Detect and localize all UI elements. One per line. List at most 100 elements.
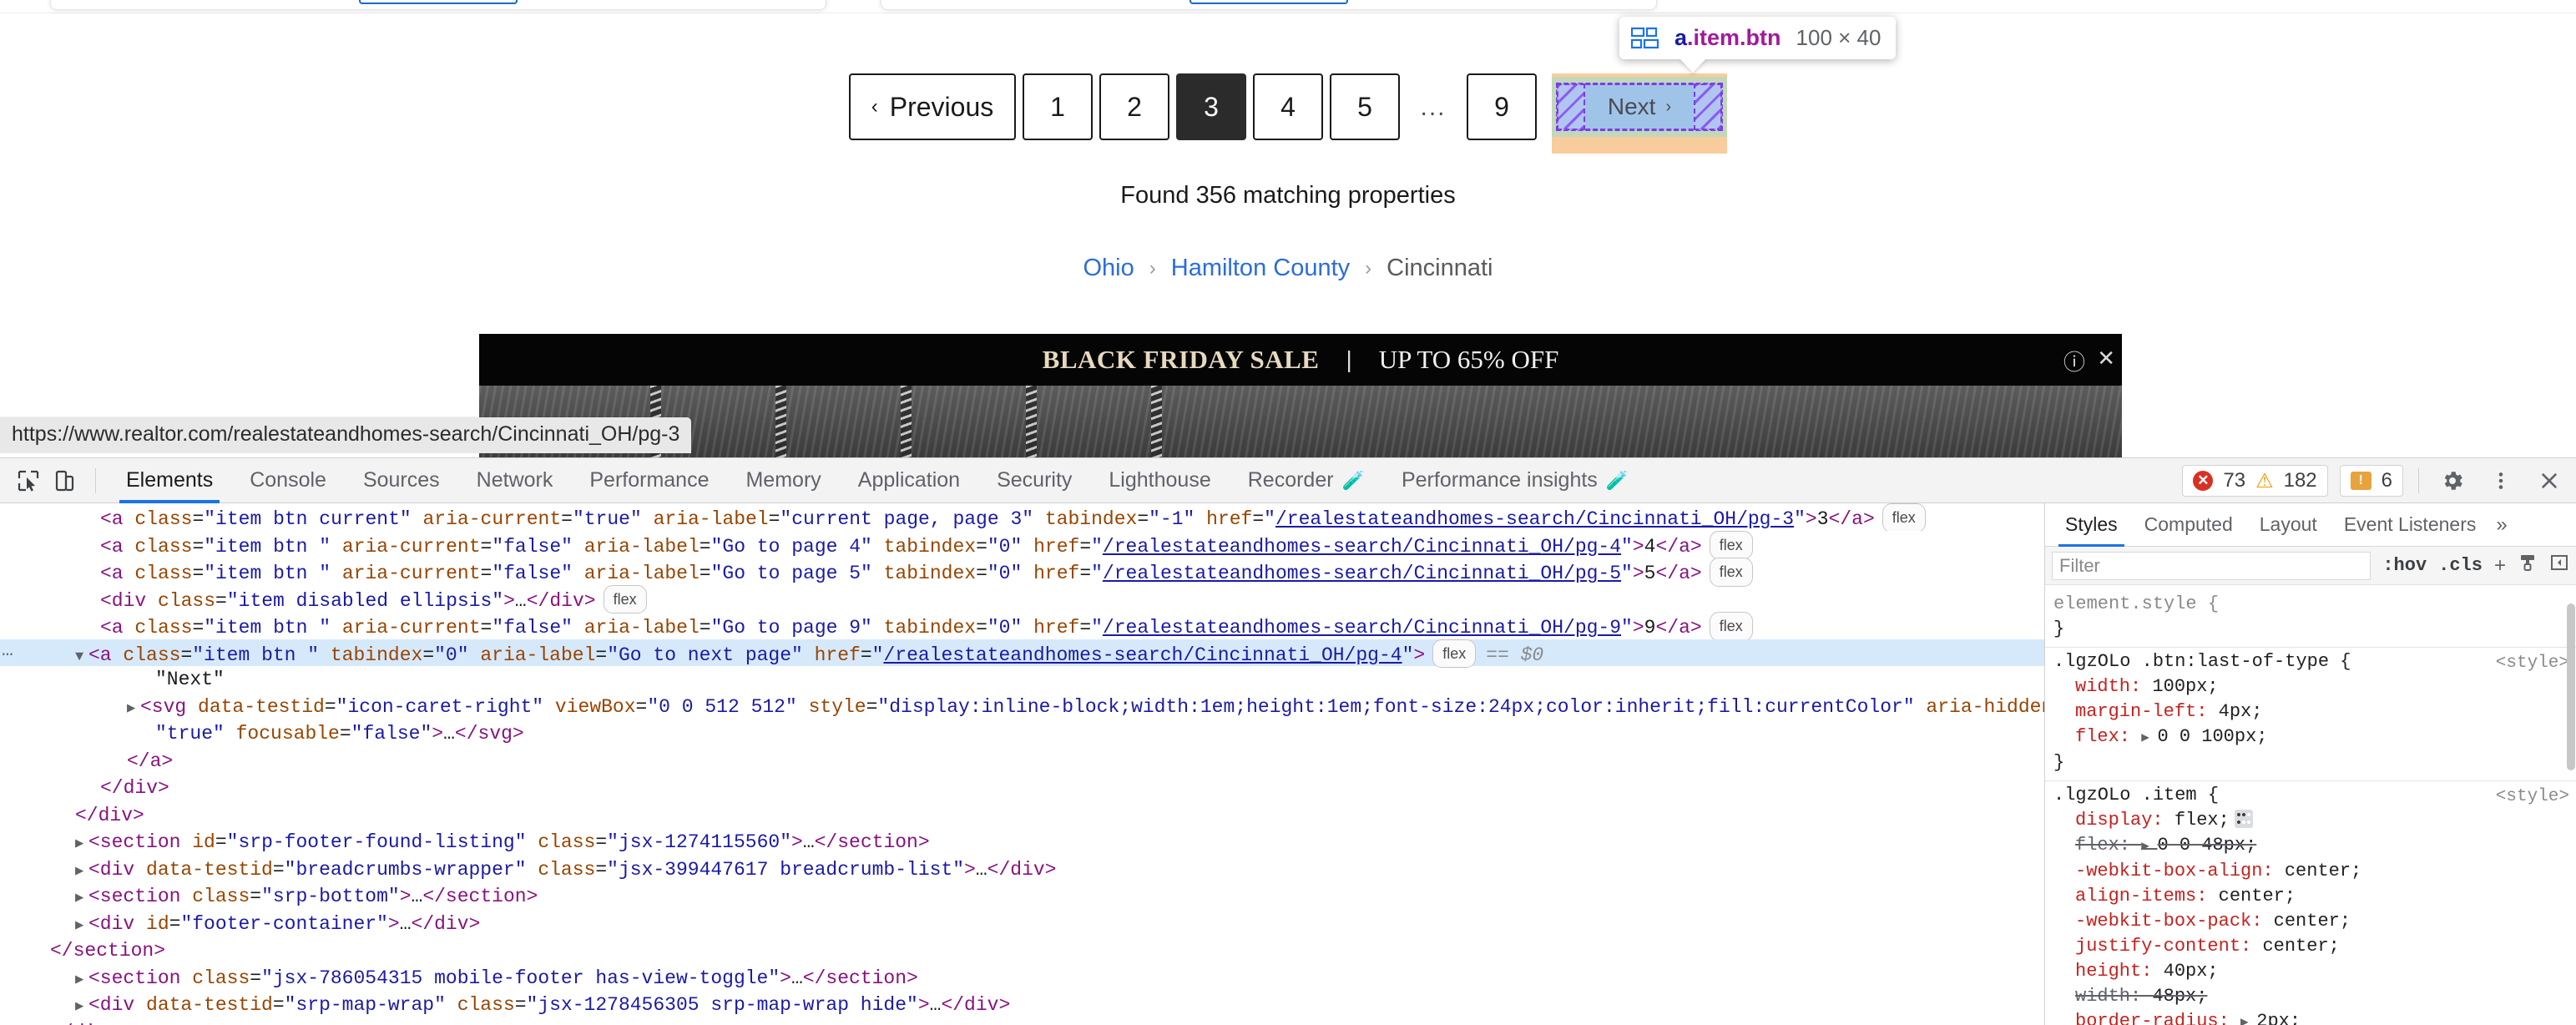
inspect-cursor-icon[interactable] (10, 462, 47, 499)
css-selector[interactable]: .lgzOLo .btn:last-of-type { (2053, 649, 2568, 674)
css-value[interactable]: center; (2274, 911, 2351, 932)
dom-node[interactable]: ▶<section id="srp-footer-found-listing" … (0, 829, 2044, 856)
listing-card-remnant-left[interactable] (50, 0, 826, 10)
css-value[interactable]: center; (2285, 861, 2361, 881)
listing-card-cta-left[interactable] (359, 0, 518, 4)
flex-badge[interactable]: flex (1710, 531, 1753, 560)
dom-expand-triangle[interactable]: ▶ (75, 967, 88, 995)
kebab-menu-icon[interactable] (2483, 462, 2519, 499)
dom-node[interactable]: <a class="item btn " aria-current="false… (0, 612, 2044, 639)
add-style-rule-icon[interactable]: + (2494, 554, 2506, 578)
dom-tree[interactable]: <a class="item btn current" aria-current… (0, 503, 2044, 1025)
tab-elements[interactable]: Elements (108, 458, 231, 503)
styles-tabs-overflow-icon[interactable]: » (2489, 513, 2507, 537)
css-value[interactable]: 40px; (2164, 961, 2219, 982)
gear-icon[interactable] (2434, 462, 2471, 499)
tab-event-listeners[interactable]: Event Listeners (2331, 503, 2490, 547)
css-declaration[interactable]: width: 100px; (2053, 674, 2568, 699)
css-value[interactable]: 100px; (2152, 676, 2218, 697)
dom-node[interactable]: ▶<div id="footer-container">…</div> (0, 911, 2044, 938)
dom-node[interactable]: "Next" (0, 666, 2044, 694)
tab-application[interactable]: Application (840, 458, 978, 503)
dom-token-link[interactable]: /realestateandhomes-search/Cincinnati_OH… (1103, 617, 1621, 639)
css-property[interactable]: height: (2053, 961, 2164, 982)
css-property[interactable]: -webkit-box-align: (2053, 861, 2285, 881)
css-property[interactable]: display: (2053, 810, 2174, 831)
pagination-page-4[interactable]: 4 (1253, 73, 1323, 140)
tab-computed[interactable]: Computed (2131, 503, 2246, 547)
pagination-page-3-current[interactable]: 3 (1176, 73, 1246, 140)
breadcrumb-item-ohio[interactable]: Ohio (1083, 255, 1134, 282)
css-value-expand-triangle[interactable]: ▶ (2240, 1015, 2256, 1025)
css-rule[interactable]: element.style {} (2045, 590, 2576, 648)
listing-card-remnant-right[interactable] (881, 0, 1657, 10)
css-property[interactable]: flex: (2053, 726, 2141, 747)
css-selector[interactable]: .lgzOLo .item { (2053, 783, 2568, 808)
dom-node[interactable]: ▶<div data-testid="srp-map-wrap" class="… (0, 992, 2044, 1019)
flex-badge[interactable]: flex (1710, 558, 1753, 587)
css-declaration[interactable]: -webkit-box-align: center; (2053, 859, 2568, 884)
dom-node[interactable]: </div> (0, 775, 2044, 802)
dom-expand-triangle[interactable]: ▶ (75, 994, 88, 1022)
css-value[interactable]: flex; (2174, 810, 2230, 831)
css-property[interactable]: width: (2053, 676, 2152, 697)
css-value[interactable]: 2px; (2256, 1011, 2301, 1025)
dom-node[interactable]: "true" focusable="false">…</svg> (0, 720, 2044, 748)
css-declaration[interactable]: width: 48px; (2053, 984, 2568, 1009)
dom-node[interactable]: <div class="item disabled ellipsis">…</d… (0, 585, 2044, 613)
dom-node[interactable]: </section> (0, 937, 2044, 965)
css-declaration[interactable]: flex: ▶ 0 0 100px; (2053, 725, 2568, 750)
issues-counter[interactable]: ! 6 (2340, 465, 2403, 497)
pagination-page-1[interactable]: 1 (1023, 73, 1093, 140)
dom-node[interactable]: <a class="item btn " aria-current="false… (0, 558, 2044, 585)
css-value[interactable]: 4px; (2219, 701, 2263, 722)
ad-info-icon[interactable]: ⓘ (2063, 346, 2085, 376)
css-declaration[interactable]: align-items: center; (2053, 884, 2568, 909)
close-icon[interactable] (2531, 462, 2568, 499)
styles-scrollbar[interactable] (2567, 603, 2575, 770)
css-value[interactable]: center; (2262, 936, 2339, 957)
css-declaration[interactable]: margin-left: 4px; (2053, 699, 2568, 725)
dom-node[interactable]: ▶<section class="jsx-786054315 mobile-fo… (0, 965, 2044, 992)
listing-card-cta-right[interactable] (1190, 0, 1348, 4)
flex-badge[interactable]: flex (1432, 639, 1476, 669)
css-value-expand-triangle[interactable]: ▶ (2141, 730, 2157, 745)
pagination-page-9[interactable]: 9 (1467, 73, 1537, 140)
dom-node[interactable]: </a> (0, 748, 2044, 775)
css-declaration[interactable]: flex: ▶ 0 0 48px; (2053, 833, 2568, 859)
dom-node[interactable]: <a class="item btn current" aria-current… (0, 503, 2044, 531)
cls-toggle[interactable]: .cls (2438, 555, 2483, 576)
dom-node-selected[interactable]: …▼<a class="item btn " tabindex="0" aria… (0, 639, 2044, 667)
dom-node[interactable]: ▶<svg data-testid="icon-caret-right" vie… (0, 694, 2044, 721)
css-declaration[interactable]: display: flex; (2053, 808, 2568, 833)
flex-badge[interactable]: flex (604, 585, 647, 614)
pagination-previous-button[interactable]: ‹ Previous (849, 73, 1016, 140)
css-property[interactable]: align-items: (2053, 886, 2219, 906)
dom-expand-triangle[interactable]: ▶ (75, 913, 88, 941)
paintbrush-icon[interactable] (2518, 553, 2538, 578)
dom-token-link[interactable]: /realestateandhomes-search/Cincinnati_OH… (1275, 508, 1794, 530)
css-declaration[interactable]: height: 40px; (2053, 959, 2568, 984)
css-value[interactable]: 0 0 48px; (2157, 835, 2256, 856)
dom-token-link[interactable]: /realestateandhomes-search/Cincinnati_OH… (1103, 563, 1621, 584)
pagination-page-5[interactable]: 5 (1330, 73, 1400, 140)
ad-close-icon[interactable]: ✕ (2097, 346, 2115, 371)
css-property[interactable]: flex: (2053, 835, 2141, 856)
dom-token-link[interactable]: /realestateandhomes-search/Cincinnati_OH… (883, 644, 1402, 666)
tab-performance-insights[interactable]: Performance insights 🧪 (1383, 458, 1647, 503)
tab-console[interactable]: Console (231, 458, 345, 503)
dom-node[interactable]: </div> (0, 1019, 2044, 1025)
css-rule-source[interactable]: <style> (2496, 785, 2569, 810)
pagination-page-2[interactable]: 2 (1099, 73, 1169, 140)
advertisement-banner[interactable]: BLACK FRIDAY SALE | UP TO 65% OFF Up to … (479, 334, 2122, 457)
tab-recorder[interactable]: Recorder 🧪 (1230, 458, 1383, 503)
css-value[interactable]: center; (2219, 886, 2296, 906)
tab-security[interactable]: Security (978, 458, 1090, 503)
dom-node[interactable]: <a class="item btn " aria-current="false… (0, 531, 2044, 558)
css-value-expand-triangle[interactable]: ▶ (2141, 839, 2157, 854)
dom-node[interactable]: ▶<div data-testid="breadcrumbs-wrapper" … (0, 856, 2044, 884)
css-rule[interactable]: .lgzOLo .item {<style>display: flex;flex… (2045, 781, 2576, 1025)
tab-memory[interactable]: Memory (727, 458, 839, 503)
dom-node[interactable]: ▶<section class="srp-bottom">…</section> (0, 883, 2044, 911)
breadcrumb-item-hamilton-county[interactable]: Hamilton County (1171, 255, 1350, 282)
